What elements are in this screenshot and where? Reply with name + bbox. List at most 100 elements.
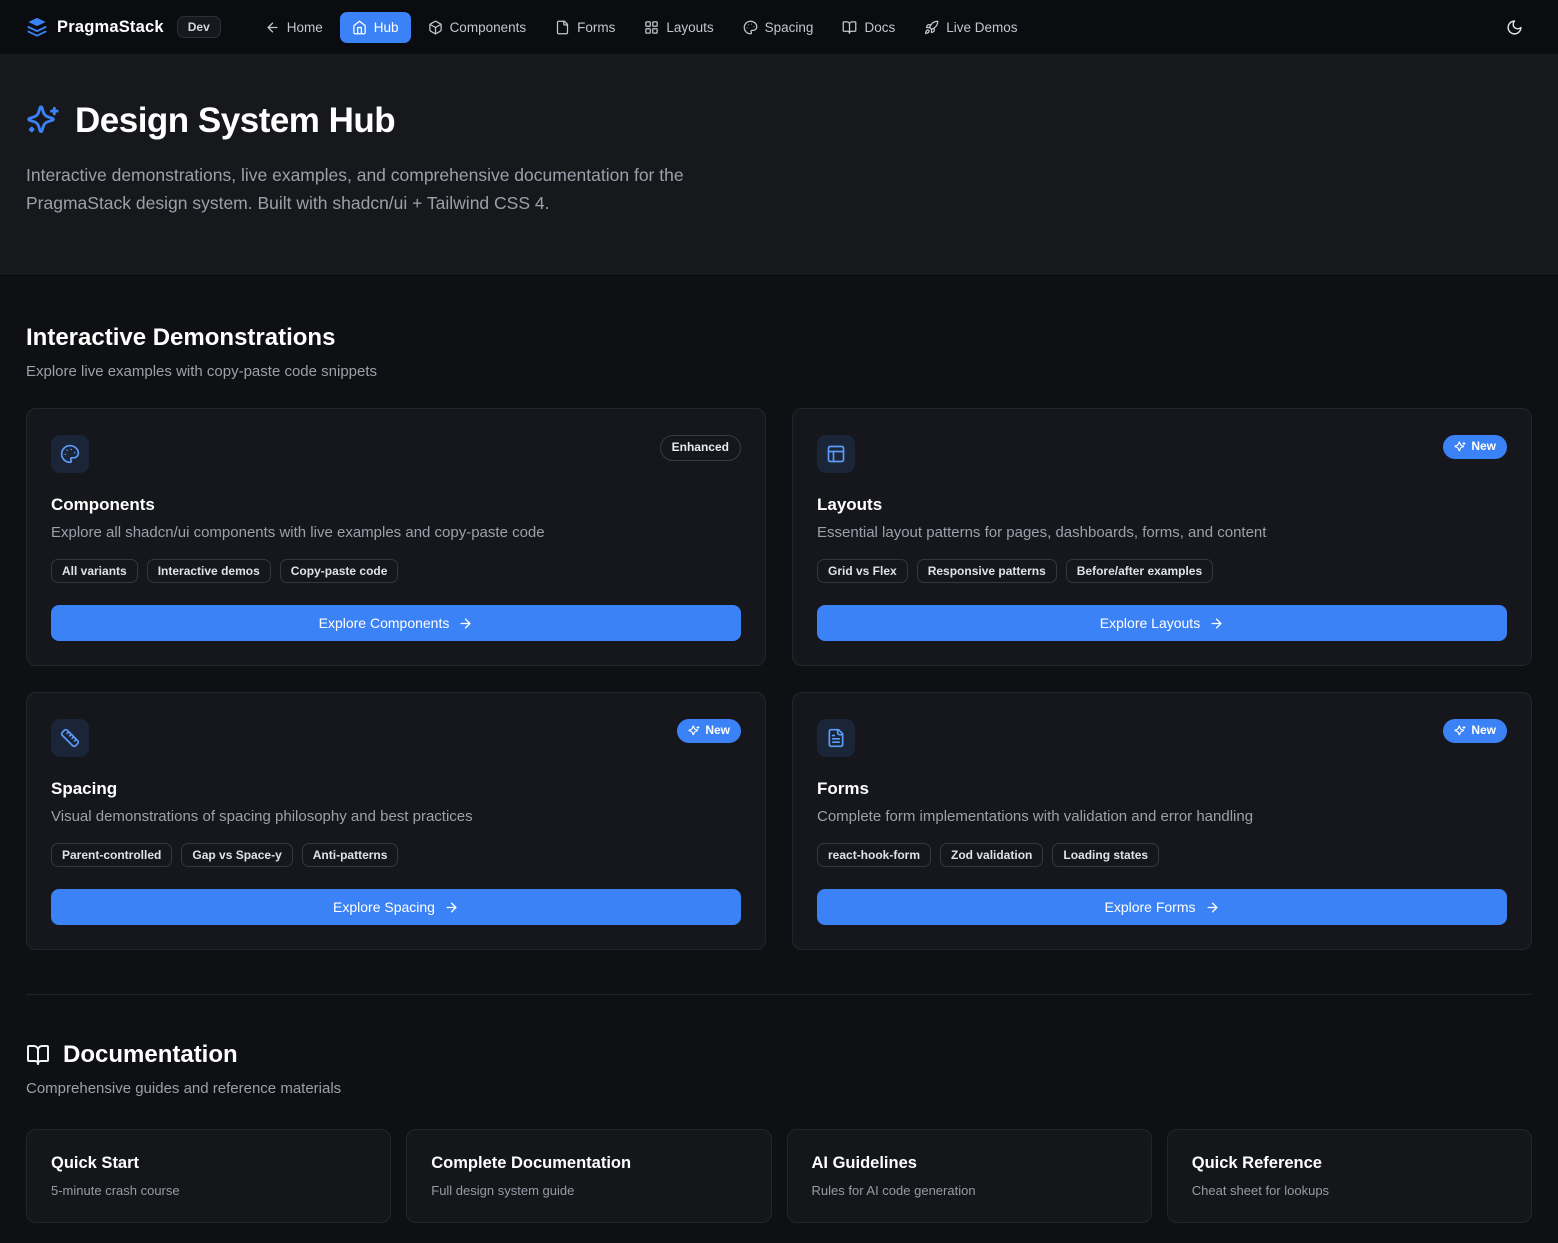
- nav-item-label: Layouts: [666, 20, 713, 35]
- card-description: Explore all shadcn/ui components with li…: [51, 524, 741, 541]
- status-badge: New: [1443, 719, 1507, 743]
- moon-icon: [1506, 19, 1523, 36]
- doc-card-ai-guidelines[interactable]: AI Guidelines Rules for AI code generati…: [787, 1129, 1152, 1223]
- book-open-icon: [842, 20, 857, 35]
- tag: Loading states: [1052, 843, 1159, 867]
- arrow-right-icon: [1205, 900, 1220, 915]
- nav-item-label: Forms: [577, 20, 615, 35]
- rocket-icon: [924, 20, 939, 35]
- card-description: Essential layout patterns for pages, das…: [817, 524, 1507, 541]
- status-badge: Enhanced: [660, 435, 741, 461]
- nav-item-label: Hub: [374, 20, 399, 35]
- cta-label: Explore Forms: [1104, 899, 1195, 915]
- layers-logo-icon: [26, 16, 48, 38]
- cta-label: Explore Components: [319, 615, 450, 631]
- tag-row: Parent-controlled Gap vs Space-y Anti-pa…: [51, 843, 741, 867]
- doc-card-title: Complete Documentation: [431, 1154, 746, 1173]
- brand-name: PragmaStack: [57, 18, 164, 37]
- tag: Grid vs Flex: [817, 559, 908, 583]
- nav-item-hub[interactable]: Hub: [340, 12, 411, 43]
- file-text-icon: [817, 719, 855, 757]
- layout-grid-icon: [644, 20, 659, 35]
- palette-icon: [743, 20, 758, 35]
- package-icon: [428, 20, 443, 35]
- tag: react-hook-form: [817, 843, 931, 867]
- tag-row: react-hook-form Zod validation Loading s…: [817, 843, 1507, 867]
- documentation-heading: Documentation: [63, 1041, 238, 1069]
- main-content: Interactive Demonstrations Explore live …: [0, 324, 1558, 1243]
- card-description: Visual demonstrations of spacing philoso…: [51, 808, 741, 825]
- book-open-icon: [26, 1043, 50, 1067]
- tag: Before/after examples: [1066, 559, 1213, 583]
- documentation-subheading: Comprehensive guides and reference mater…: [26, 1080, 1532, 1097]
- cta-label: Explore Spacing: [333, 899, 435, 915]
- explore-forms-button[interactable]: Explore Forms: [817, 889, 1507, 925]
- cta-label: Explore Layouts: [1100, 615, 1200, 631]
- section-divider: [26, 994, 1532, 995]
- demo-card-components: Enhanced Components Explore all shadcn/u…: [26, 408, 766, 666]
- nav-item-label: Docs: [864, 20, 895, 35]
- nav-item-live-demos[interactable]: Live Demos: [912, 12, 1029, 43]
- nav-item-label: Live Demos: [946, 20, 1017, 35]
- card-title: Forms: [817, 779, 1507, 799]
- arrow-right-icon: [458, 616, 473, 631]
- palette-icon: [51, 435, 89, 473]
- nav-item-layouts[interactable]: Layouts: [632, 12, 725, 43]
- demos-subheading: Explore live examples with copy-paste co…: [26, 363, 1532, 380]
- nav-item-components[interactable]: Components: [416, 12, 539, 43]
- home-icon: [352, 20, 367, 35]
- nav-item-forms[interactable]: Forms: [543, 12, 627, 43]
- card-title: Spacing: [51, 779, 741, 799]
- explore-layouts-button[interactable]: Explore Layouts: [817, 605, 1507, 641]
- tag: Responsive patterns: [917, 559, 1057, 583]
- page-title: Design System Hub: [75, 101, 395, 141]
- brand-group: PragmaStack Dev: [26, 16, 221, 38]
- tag: All variants: [51, 559, 138, 583]
- tag: Parent-controlled: [51, 843, 172, 867]
- doc-card-quick-reference[interactable]: Quick Reference Cheat sheet for lookups: [1167, 1129, 1532, 1223]
- badge-label: New: [705, 723, 730, 739]
- arrow-right-icon: [444, 900, 459, 915]
- hero-section: Design System Hub Interactive demonstrat…: [0, 55, 1558, 274]
- doc-card-quick-start[interactable]: Quick Start 5-minute crash course: [26, 1129, 391, 1223]
- env-badge: Dev: [177, 16, 221, 38]
- tag: Copy-paste code: [280, 559, 399, 583]
- ruler-icon: [51, 719, 89, 757]
- sparkles-icon: [26, 104, 60, 138]
- tag: Zod validation: [940, 843, 1043, 867]
- tag: Anti-patterns: [302, 843, 399, 867]
- nav-item-label: Home: [287, 20, 323, 35]
- tag-row: All variants Interactive demos Copy-past…: [51, 559, 741, 583]
- doc-card-description: Full design system guide: [431, 1183, 746, 1198]
- explore-components-button[interactable]: Explore Components: [51, 605, 741, 641]
- doc-card-title: AI Guidelines: [812, 1154, 1127, 1173]
- doc-card-description: Rules for AI code generation: [812, 1183, 1127, 1198]
- explore-spacing-button[interactable]: Explore Spacing: [51, 889, 741, 925]
- tag: Interactive demos: [147, 559, 271, 583]
- sparkles-icon: [688, 725, 700, 737]
- nav-item-docs[interactable]: Docs: [830, 12, 907, 43]
- arrow-left-icon: [265, 20, 280, 35]
- panels-top-left-icon: [817, 435, 855, 473]
- demo-card-grid: Enhanced Components Explore all shadcn/u…: [26, 408, 1532, 950]
- navbar: PragmaStack Dev Home Hub Components Fo: [0, 0, 1558, 55]
- sparkles-icon: [1454, 441, 1466, 453]
- file-text-icon: [555, 20, 570, 35]
- main-nav: Home Hub Components Forms Layouts: [253, 12, 1030, 43]
- doc-card-complete-documentation[interactable]: Complete Documentation Full design syste…: [406, 1129, 771, 1223]
- demo-card-spacing: New Spacing Visual demonstrations of spa…: [26, 692, 766, 950]
- doc-card-title: Quick Reference: [1192, 1154, 1507, 1173]
- status-badge: New: [1443, 435, 1507, 459]
- doc-card-title: Quick Start: [51, 1154, 366, 1173]
- tag-row: Grid vs Flex Responsive patterns Before/…: [817, 559, 1507, 583]
- nav-item-home[interactable]: Home: [253, 12, 335, 43]
- arrow-right-icon: [1209, 616, 1224, 631]
- demo-card-layouts: New Layouts Essential layout patterns fo…: [792, 408, 1532, 666]
- theme-toggle-button[interactable]: [1496, 9, 1532, 45]
- nav-item-spacing[interactable]: Spacing: [731, 12, 826, 43]
- status-badge: New: [677, 719, 741, 743]
- nav-item-label: Spacing: [765, 20, 814, 35]
- hero-subtitle: Interactive demonstrations, live example…: [26, 161, 766, 217]
- card-description: Complete form implementations with valid…: [817, 808, 1507, 825]
- nav-item-label: Components: [450, 20, 527, 35]
